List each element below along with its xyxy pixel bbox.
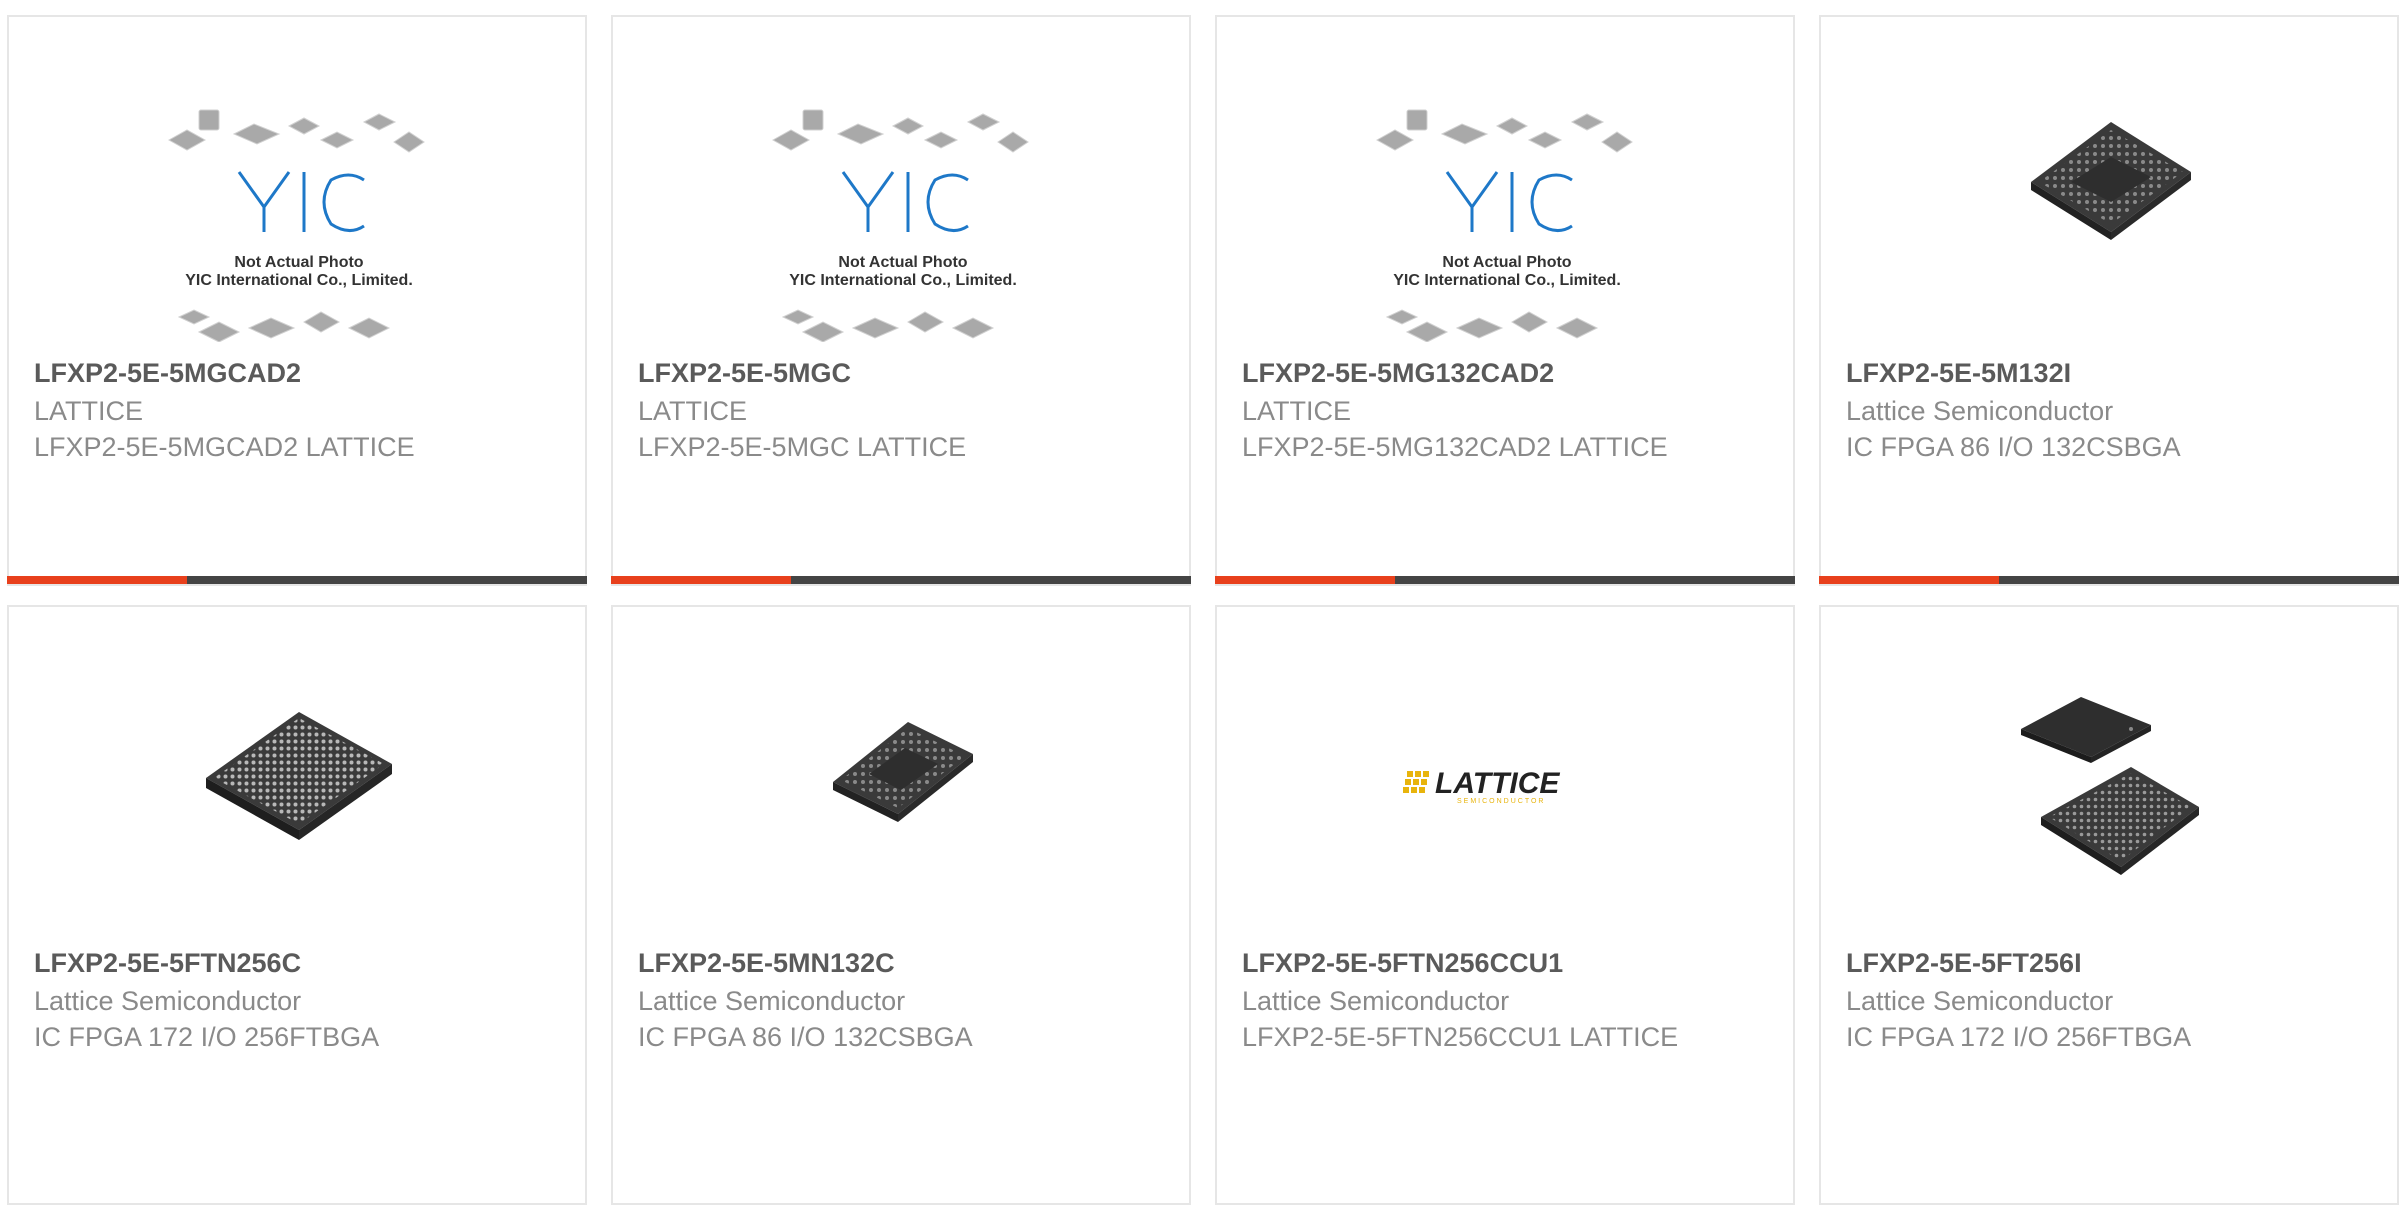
product-manufacturer: LATTICE [638, 396, 748, 426]
product-image[interactable] [9, 607, 585, 937]
yic-caption-line2: YIC International Co., Limited. [789, 272, 1017, 289]
product-description: LFXP2-5E-5MG132CAD2 LATTICE [1242, 432, 1668, 462]
product-description: IC FPGA 172 I/O 256FTBGA [34, 1022, 380, 1052]
product-name[interactable]: LFXP2-5E-5FT256I [1846, 946, 2377, 980]
product-image[interactable]: LATTICE SEMICONDUCTOR [1217, 607, 1793, 937]
product-image[interactable]: Not Actual Photo YIC International Co., … [613, 17, 1189, 347]
product-name[interactable]: LFXP2-5E-5MGC [638, 356, 1169, 390]
product-manufacturer: Lattice Semiconductor [1242, 986, 1510, 1016]
product-card[interactable]: LFXP2-5E-5FTN256C Lattice Semiconductor … [7, 605, 587, 1205]
product-image[interactable] [1821, 17, 2397, 347]
bga-chip-small-image [2031, 122, 2191, 240]
product-description: LFXP2-5E-5MGCAD2 LATTICE [34, 432, 415, 462]
yic-caption-line2: YIC International Co., Limited. [185, 272, 413, 289]
yic-caption-line2: YIC International Co., Limited. [1393, 272, 1621, 289]
bga-chip-small-image [833, 722, 973, 822]
lattice-grid-icon [1403, 771, 1429, 793]
card-progress-fill [611, 576, 791, 584]
product-card[interactable]: LFXP2-5E-5FT256I Lattice Semiconductor I… [1819, 605, 2399, 1205]
product-name[interactable]: LFXP2-5E-5FTN256CCU1 [1242, 946, 1773, 980]
product-description: LFXP2-5E-5FTN256CCU1 LATTICE [1242, 1022, 1679, 1052]
card-progress-fill [7, 576, 187, 584]
yic-placeholder-image: Not Actual Photo YIC International Co., … [167, 109, 425, 342]
product-card[interactable]: Not Actual Photo YIC International Co., … [1215, 15, 1795, 586]
card-progress-bar [1819, 576, 2399, 584]
product-description: IC FPGA 86 I/O 132CSBGA [1846, 432, 2181, 462]
product-card[interactable]: LATTICE SEMICONDUCTOR LFXP2-5E-5FTN256CC… [1215, 605, 1795, 1205]
product-card[interactable]: Not Actual Photo YIC International Co., … [7, 15, 587, 586]
card-progress-bar [7, 576, 587, 584]
bga-chip-large-image [206, 712, 392, 840]
product-manufacturer: Lattice Semiconductor [34, 986, 302, 1016]
yic-caption-line1: Not Actual Photo [1442, 254, 1571, 271]
product-manufacturer: Lattice Semiconductor [1846, 986, 2114, 1016]
yic-logo [1445, 171, 1573, 232]
product-manufacturer: LATTICE [34, 396, 144, 426]
product-manufacturer: LATTICE [1242, 396, 1352, 426]
product-name[interactable]: LFXP2-5E-5MG132CAD2 [1242, 356, 1773, 390]
lattice-wordmark: LATTICE [1435, 767, 1560, 800]
card-progress-fill [1819, 576, 1999, 584]
lattice-logo-image: LATTICE SEMICONDUCTOR [1403, 767, 1560, 805]
product-name[interactable]: LFXP2-5E-5FTN256C [34, 946, 565, 980]
product-image[interactable]: Not Actual Photo YIC International Co., … [1217, 17, 1793, 347]
product-description: IC FPGA 86 I/O 132CSBGA [638, 1022, 973, 1052]
yic-placeholder-image: Not Actual Photo YIC International Co., … [771, 109, 1029, 342]
product-card[interactable]: LFXP2-5E-5M132I Lattice Semiconductor IC… [1819, 15, 2399, 586]
product-name[interactable]: LFXP2-5E-5M132I [1846, 356, 2377, 390]
product-image[interactable] [1821, 607, 2397, 937]
product-grid: Not Actual Photo YIC International Co., … [0, 0, 2400, 1205]
yic-logo [841, 171, 969, 232]
product-description: LFXP2-5E-5MGC LATTICE [638, 432, 967, 462]
card-progress-bar [1215, 576, 1795, 584]
yic-logo [237, 171, 365, 232]
card-progress-fill [1215, 576, 1395, 584]
bga-chip-pair-image [2021, 697, 2199, 875]
product-description: IC FPGA 172 I/O 256FTBGA [1846, 1022, 2192, 1052]
card-progress-bar [611, 576, 1191, 584]
product-image[interactable] [613, 607, 1189, 937]
product-card[interactable]: LFXP2-5E-5MN132C Lattice Semiconductor I… [611, 605, 1191, 1205]
yic-caption-line1: Not Actual Photo [838, 254, 967, 271]
yic-placeholder-image: Not Actual Photo YIC International Co., … [1375, 109, 1633, 342]
product-image[interactable]: Not Actual Photo YIC International Co., … [9, 17, 585, 347]
product-manufacturer: Lattice Semiconductor [1846, 396, 2114, 426]
yic-caption-line1: Not Actual Photo [234, 254, 363, 271]
product-manufacturer: Lattice Semiconductor [638, 986, 906, 1016]
product-name[interactable]: LFXP2-5E-5MN132C [638, 946, 1169, 980]
lattice-tagline: SEMICONDUCTOR [1457, 798, 1545, 805]
product-card[interactable]: Not Actual Photo YIC International Co., … [611, 15, 1191, 586]
product-name[interactable]: LFXP2-5E-5MGCAD2 [34, 356, 565, 390]
